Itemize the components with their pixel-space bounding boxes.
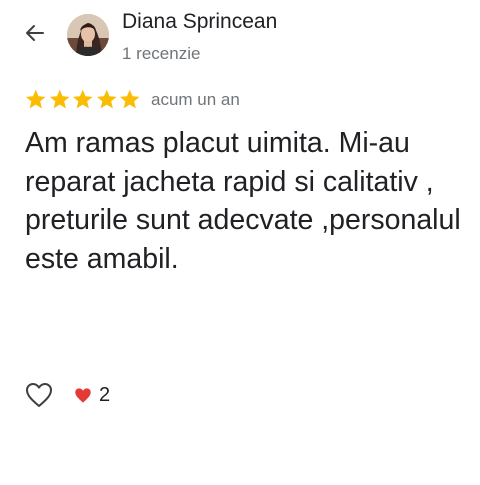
avatar-photo xyxy=(67,14,109,56)
user-name[interactable]: Diana Sprincean xyxy=(122,9,277,35)
review-text: Am ramas placut uimita. Mi-au reparat ja… xyxy=(25,127,461,275)
review-count: 1 recenzie xyxy=(122,44,201,63)
review-date: acum un an xyxy=(151,90,240,109)
star-icon xyxy=(49,89,70,109)
arrow-left-icon xyxy=(26,25,44,41)
star-icon xyxy=(72,89,93,109)
heart-outline-icon xyxy=(26,383,52,407)
avatar[interactable] xyxy=(67,14,109,56)
star-rating xyxy=(24,88,142,112)
reaction-summary[interactable]: 2 xyxy=(74,382,110,408)
reaction-count: 2 xyxy=(99,384,111,406)
star-icon xyxy=(25,89,46,109)
back-button[interactable] xyxy=(20,18,50,48)
star-icon xyxy=(119,89,140,109)
star-icon xyxy=(96,89,117,109)
like-button[interactable] xyxy=(24,381,54,409)
red-heart-icon xyxy=(75,387,91,403)
